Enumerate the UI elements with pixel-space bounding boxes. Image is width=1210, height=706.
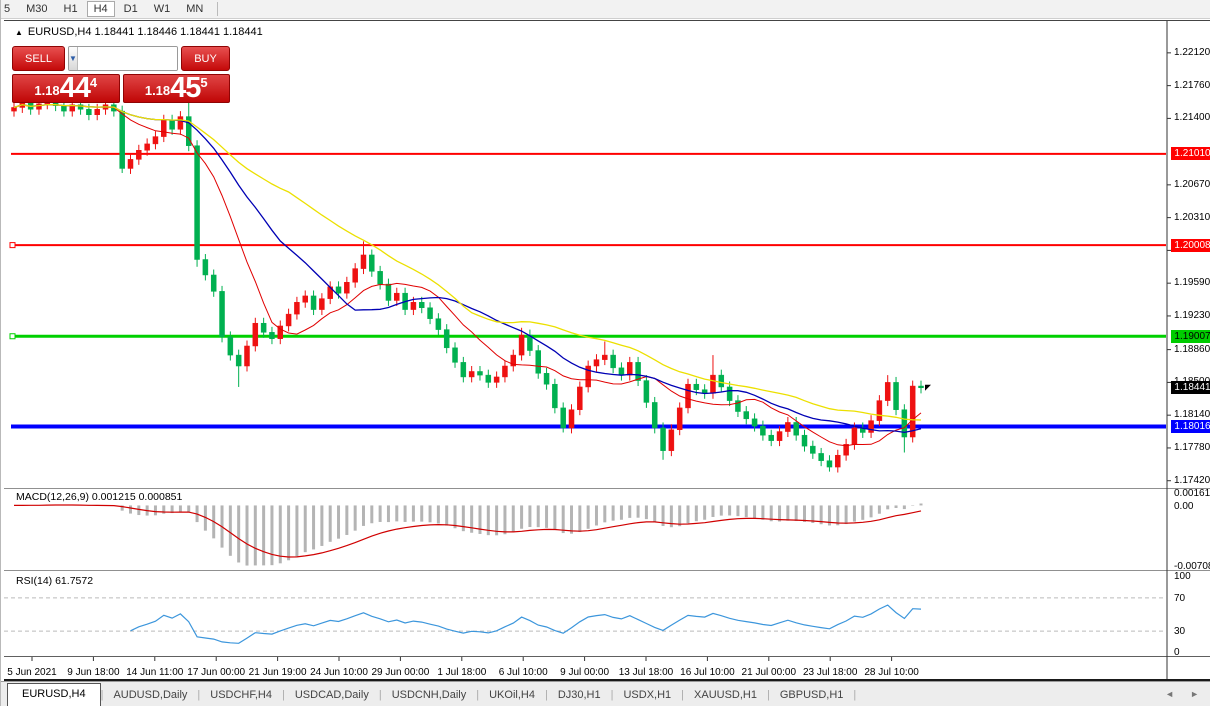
buy-quote[interactable]: 1.18455 — [123, 74, 231, 103]
timeframe-button-h1[interactable]: H1 — [57, 1, 85, 17]
macd-histogram — [14, 503, 921, 565]
rsi-axis-100: 100 — [1174, 571, 1191, 582]
volume-spinner: ▼ ▲ — [68, 46, 178, 71]
time-axis-label: 24 Jun 10:00 — [310, 667, 368, 678]
price-badge-1.21010: 1.21010 — [1171, 147, 1210, 160]
price-badge-1.18441: 1.18441 — [1171, 381, 1210, 394]
macd-axis-max: 0.00161 — [1174, 488, 1210, 499]
tab-separator: | — [853, 689, 856, 706]
sell-price-point: 4 — [90, 78, 97, 88]
buy-price-prefix: 1.18 — [145, 81, 170, 101]
time-axis-label: 6 Jul 10:00 — [499, 667, 548, 678]
time-axis-label: 21 Jun 19:00 — [249, 667, 307, 678]
chart-title-text: EURUSD,H4 1.18441 1.18446 1.18441 1.1844… — [28, 26, 263, 38]
price-badge-1.20008: 1.20008 — [1171, 239, 1210, 252]
tab-scroll-arrows: ◄ ► — [1165, 689, 1199, 699]
time-axis-label: 23 Jul 18:00 — [803, 667, 858, 678]
sell-price-prefix: 1.18 — [34, 81, 59, 101]
time-axis-label: 17 Jun 00:00 — [187, 667, 245, 678]
terminal-screen: 5M30H1H4D1W1MN ▲ EURUSD,H4 1.18441 1.184… — [0, 0, 1210, 706]
current-bar-marker — [925, 385, 931, 391]
hline-handle[interactable] — [10, 334, 15, 339]
macd-signal-line — [14, 505, 921, 557]
chart-window: ▲ EURUSD,H4 1.18441 1.18446 1.18441 1.18… — [4, 20, 1210, 680]
symbol-tab-dj30[interactable]: DJ30,H1 — [548, 685, 611, 706]
ma-34-line[interactable] — [14, 105, 921, 420]
buy-price-big: 45 — [170, 75, 200, 101]
macd-axis-zero: 0.00 — [1174, 501, 1193, 512]
time-axis-label: 28 Jul 10:00 — [864, 667, 919, 678]
time-axis-label: 9 Jul 00:00 — [560, 667, 609, 678]
tab-scroll-right-icon[interactable]: ► — [1190, 689, 1199, 699]
price-badge-1.18016: 1.18016 — [1171, 420, 1210, 433]
time-axis-label: 13 Jul 18:00 — [619, 667, 674, 678]
timeframe-toolbar: 5M30H1H4D1W1MN — [1, 0, 1210, 19]
buy-button[interactable]: BUY — [181, 46, 230, 71]
time-axis-label: 16 Jul 10:00 — [680, 667, 735, 678]
price-tick-label: 1.17780 — [1174, 442, 1210, 453]
timeframe-button-w1[interactable]: W1 — [147, 1, 178, 17]
rsi-axis-0: 0 — [1174, 647, 1180, 658]
time-axis-label: 1 Jul 18:00 — [437, 667, 486, 678]
timeframe-button-5[interactable]: 5 — [0, 1, 17, 17]
time-axis-label: 21 Jul 00:00 — [742, 667, 797, 678]
price-tick-label: 1.21400 — [1174, 112, 1210, 123]
buy-price-point: 5 — [200, 78, 207, 88]
price-tick-label: 1.19590 — [1174, 277, 1210, 288]
hline-handle[interactable] — [10, 243, 15, 248]
price-tick-label: 1.18860 — [1174, 344, 1210, 355]
tab-scroll-left-icon[interactable]: ◄ — [1165, 689, 1174, 699]
symbol-tab-eurusd[interactable]: EURUSD,H4 — [7, 683, 101, 706]
price-tick-label: 1.19230 — [1174, 310, 1210, 321]
symbol-tab-ukoil[interactable]: UKOil,H4 — [479, 685, 545, 706]
timeframe-button-d1[interactable]: D1 — [117, 1, 145, 17]
rsi-axis-30: 30 — [1174, 626, 1185, 637]
candles-layer — [12, 95, 924, 473]
rsi-axis-70: 70 — [1174, 593, 1185, 604]
toolbar-separator — [217, 2, 218, 16]
price-tick-label: 1.20670 — [1174, 179, 1210, 190]
symbol-tab-usdcad[interactable]: USDCAD,Daily — [285, 685, 379, 706]
price-tick-label: 1.18140 — [1174, 409, 1210, 420]
symbol-tabs: EURUSD,H4|AUDUSD,Daily|USDCHF,H4|USDCAD,… — [1, 683, 856, 706]
volume-input[interactable] — [78, 47, 178, 70]
chart-canvas[interactable] — [4, 21, 1210, 681]
chart-title: ▲ EURUSD,H4 1.18441 1.18446 1.18441 1.18… — [15, 26, 263, 38]
symbol-tab-xauusd[interactable]: XAUUSD,H1 — [684, 685, 767, 706]
collapse-icon[interactable]: ▲ — [15, 28, 23, 37]
price-tick-label: 1.22120 — [1174, 47, 1210, 58]
sell-button[interactable]: SELL — [12, 46, 65, 71]
price-tick-label: 1.20310 — [1174, 212, 1210, 223]
timeframe-button-m30[interactable]: M30 — [19, 1, 54, 17]
symbol-tab-audusd[interactable]: AUDUSD,Daily — [103, 685, 197, 706]
timeframe-buttons: 5M30H1H4D1W1MN — [1, 1, 211, 17]
symbol-tab-usdx[interactable]: USDX,H1 — [613, 685, 681, 706]
sell-price-big: 44 — [60, 75, 90, 101]
time-axis-label: 5 Jun 2021 — [7, 667, 57, 678]
price-tick-label: 1.21760 — [1174, 80, 1210, 91]
one-click-trade-panel: SELL ▼ ▲ BUY 1.18444 1.18455 — [12, 46, 230, 103]
time-axis-label: 9 Jun 18:00 — [67, 667, 119, 678]
macd-label: MACD(12,26,9) 0.001215 0.000851 — [16, 491, 182, 503]
symbol-tab-usdcnh[interactable]: USDCNH,Daily — [382, 685, 477, 706]
time-axis-label: 14 Jun 11:00 — [126, 667, 183, 678]
timeframe-button-mn[interactable]: MN — [179, 1, 210, 17]
symbol-tab-usdchf[interactable]: USDCHF,H4 — [200, 685, 282, 706]
time-axis-label: 29 Jun 00:00 — [371, 667, 429, 678]
price-badge-1.19007: 1.19007 — [1171, 330, 1210, 343]
rsi-label: RSI(14) 61.7572 — [16, 575, 93, 587]
price-tick-label: 1.17420 — [1174, 475, 1210, 486]
rsi-line[interactable] — [131, 605, 922, 643]
volume-decrease-icon[interactable]: ▼ — [69, 47, 78, 70]
sell-quote[interactable]: 1.18444 — [12, 74, 120, 103]
symbol-tab-bar: EURUSD,H4|AUDUSD,Daily|USDCHF,H4|USDCAD,… — [1, 681, 1210, 706]
symbol-tab-gbpusd[interactable]: GBPUSD,H1 — [770, 685, 854, 706]
timeframe-button-h4[interactable]: H4 — [87, 1, 115, 17]
